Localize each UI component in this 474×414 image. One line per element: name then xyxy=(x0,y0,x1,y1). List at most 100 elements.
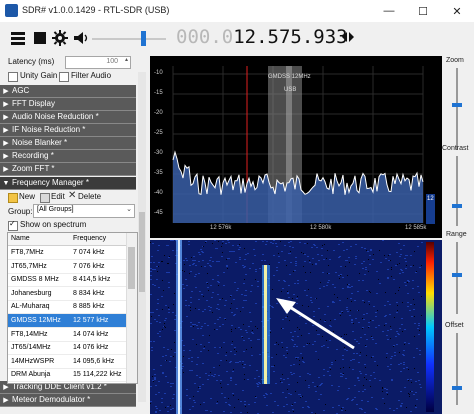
cell-name: GMDSS 8 MHz xyxy=(11,276,59,284)
app-icon xyxy=(5,4,18,17)
offset-slider-thumb[interactable] xyxy=(452,386,462,390)
latency-label: Latency (ms) xyxy=(8,57,55,66)
minimize-button[interactable]: — xyxy=(372,0,406,22)
y-tick-label: -35 xyxy=(154,170,163,176)
table-row[interactable]: GMDSS 8 MHz 8 414,5 kHz xyxy=(8,273,126,288)
table-row[interactable]: 14MHzWSPR 14 095,6 kHz xyxy=(8,355,126,369)
section-header[interactable]: ▶ Recording * xyxy=(0,150,136,163)
column-header-frequency[interactable]: Frequency xyxy=(73,233,126,246)
table-scrollbar[interactable] xyxy=(126,233,137,383)
frequency-leading-digits: 000.0 xyxy=(176,26,234,48)
expand-arrow-icon: ▶ xyxy=(3,397,9,404)
scrollbar-thumb[interactable] xyxy=(139,212,145,292)
y-tick-label: -30 xyxy=(154,150,163,156)
group-select[interactable]: [All Groups] ⌄ xyxy=(33,204,135,218)
stepper-icon[interactable]: ▴ xyxy=(125,56,128,63)
cell-name: AL-Muharaq xyxy=(11,303,50,311)
filter-audio-label: Filter Audio xyxy=(71,71,112,80)
table-row[interactable]: DRM Abunja 15 114,222 kHz xyxy=(8,368,126,383)
section-label: Noise Blanker * xyxy=(12,138,68,147)
section-header[interactable]: ▶ Audio Noise Reduction * xyxy=(0,111,136,124)
edit-icon[interactable] xyxy=(40,193,50,203)
y-tick-label: -25 xyxy=(154,130,163,136)
section-label: Meteor Demodulator * xyxy=(12,395,91,404)
table-row[interactable]: AL-Muharaq 8 885 kHz xyxy=(8,300,126,315)
column-header-name[interactable]: Name xyxy=(8,233,73,246)
section-header[interactable]: ▶ Meteor Demodulator * xyxy=(0,394,136,407)
speaker-icon[interactable] xyxy=(73,30,89,46)
left-panel-scrollbar[interactable] xyxy=(138,72,146,402)
cell-frequency: 15 114,222 kHz xyxy=(73,371,122,379)
title-bar: SDR# v1.0.0.1429 - RTL-SDR (USB) — ☐ ✕ xyxy=(0,0,474,23)
table-row[interactable]: Johanesburg 8 834 kHz xyxy=(8,287,126,301)
menu-icon[interactable] xyxy=(10,30,26,46)
delete-button[interactable]: Delete xyxy=(78,192,101,201)
latency-input[interactable]: 100 ▴ xyxy=(65,56,131,69)
section-label: AGC xyxy=(12,86,30,95)
cell-frequency: 14 074 kHz xyxy=(73,330,109,338)
y-tick-label: -40 xyxy=(154,190,163,196)
level-indicator: 12 xyxy=(426,194,435,224)
cell-frequency: 14 076 kHz xyxy=(73,344,109,352)
frequency-manager-header[interactable]: ▼ Frequency Manager * xyxy=(0,177,136,190)
section-label: Audio Noise Reduction * xyxy=(12,112,99,121)
table-row[interactable]: JT65,7MHz 7 076 kHz xyxy=(8,260,126,274)
zoom-label: Zoom xyxy=(446,57,464,64)
maximize-button[interactable]: ☐ xyxy=(406,0,440,22)
section-header[interactable]: ▶ IF Noise Reduction * xyxy=(0,124,136,137)
close-button[interactable]: ✕ xyxy=(440,0,474,22)
unity-gain-checkbox[interactable] xyxy=(8,72,18,82)
table-row[interactable]: FT8,14MHz 14 074 kHz xyxy=(8,328,126,342)
cell-name: JT65,7MHz xyxy=(11,262,47,270)
stop-icon[interactable] xyxy=(32,30,48,46)
offset-slider-track[interactable] xyxy=(456,333,458,405)
cell-name: Johanesburg xyxy=(11,289,52,297)
cell-name: 14MHzWSPR xyxy=(11,357,55,365)
cell-name: DRM Abunja xyxy=(11,371,51,379)
volume-slider-track[interactable] xyxy=(92,38,166,40)
show-on-spectrum-checkbox[interactable]: ✓ xyxy=(8,219,18,231)
signal-trace-left-core xyxy=(178,240,180,414)
cell-name: FT8,14MHz xyxy=(11,330,48,338)
range-slider-track[interactable] xyxy=(456,242,458,314)
section-label: IF Noise Reduction * xyxy=(12,125,86,134)
right-panel: Zoom Contrast Range Offset xyxy=(442,56,474,414)
zoom-slider-thumb[interactable] xyxy=(452,103,462,107)
y-tick-label: -10 xyxy=(154,70,163,76)
cell-frequency: 7 076 kHz xyxy=(73,262,105,270)
section-header[interactable]: ▶ FFT Display xyxy=(0,98,136,111)
section-header[interactable]: ▶ Zoom FFT * xyxy=(0,163,136,176)
expand-arrow-icon: ▶ xyxy=(3,101,9,108)
frequency-display[interactable]: 000.012.575.933 xyxy=(176,26,348,48)
edit-button[interactable]: Edit xyxy=(51,192,65,201)
filter-audio-checkbox[interactable] xyxy=(59,72,69,82)
contrast-slider-track[interactable] xyxy=(456,156,458,226)
table-scrollbar-thumb[interactable] xyxy=(128,247,135,289)
waterfall-display[interactable] xyxy=(150,240,442,414)
gear-icon[interactable] xyxy=(52,30,68,46)
section-header[interactable]: ▶ Noise Blanker * xyxy=(0,137,136,150)
unity-gain-label: Unity Gain xyxy=(20,71,58,80)
signal-trace-main xyxy=(264,265,267,384)
range-slider-thumb[interactable] xyxy=(452,273,462,277)
zoom-slider-track[interactable] xyxy=(456,68,458,150)
tune-arrows-icon[interactable] xyxy=(341,30,355,44)
cell-frequency: 7 074 kHz xyxy=(73,249,105,256)
section-header[interactable]: ▶ AGC xyxy=(0,85,136,98)
new-button[interactable]: New xyxy=(19,192,35,201)
show-on-spectrum-label: Show on spectrum xyxy=(20,220,87,229)
contrast-slider-thumb[interactable] xyxy=(452,204,462,208)
volume-slider-thumb[interactable] xyxy=(141,31,146,46)
table-row[interactable]: JT65/14MHz 14 076 kHz xyxy=(8,341,126,356)
cell-frequency: 14 095,6 kHz xyxy=(73,357,115,365)
spectrum-analyzer[interactable]: -10 -15 -20 -25 -30 -35 -40 -45 12 576k 12 580k 1… xyxy=(150,56,442,238)
table-row[interactable]: FT8,7MHz 7 074 kHz xyxy=(8,246,126,260)
check-icon: ✓ xyxy=(9,219,16,228)
range-label: Range xyxy=(446,231,467,238)
collapse-arrow-icon: ▼ xyxy=(2,180,10,187)
chevron-down-icon[interactable]: ⌄ xyxy=(126,205,132,213)
y-tick-label: -45 xyxy=(154,210,163,216)
delete-icon[interactable]: ✕ xyxy=(68,190,76,201)
table-row[interactable]: GMDSS 12MHz 12 577 kHz xyxy=(8,314,126,328)
new-icon[interactable] xyxy=(8,193,18,203)
